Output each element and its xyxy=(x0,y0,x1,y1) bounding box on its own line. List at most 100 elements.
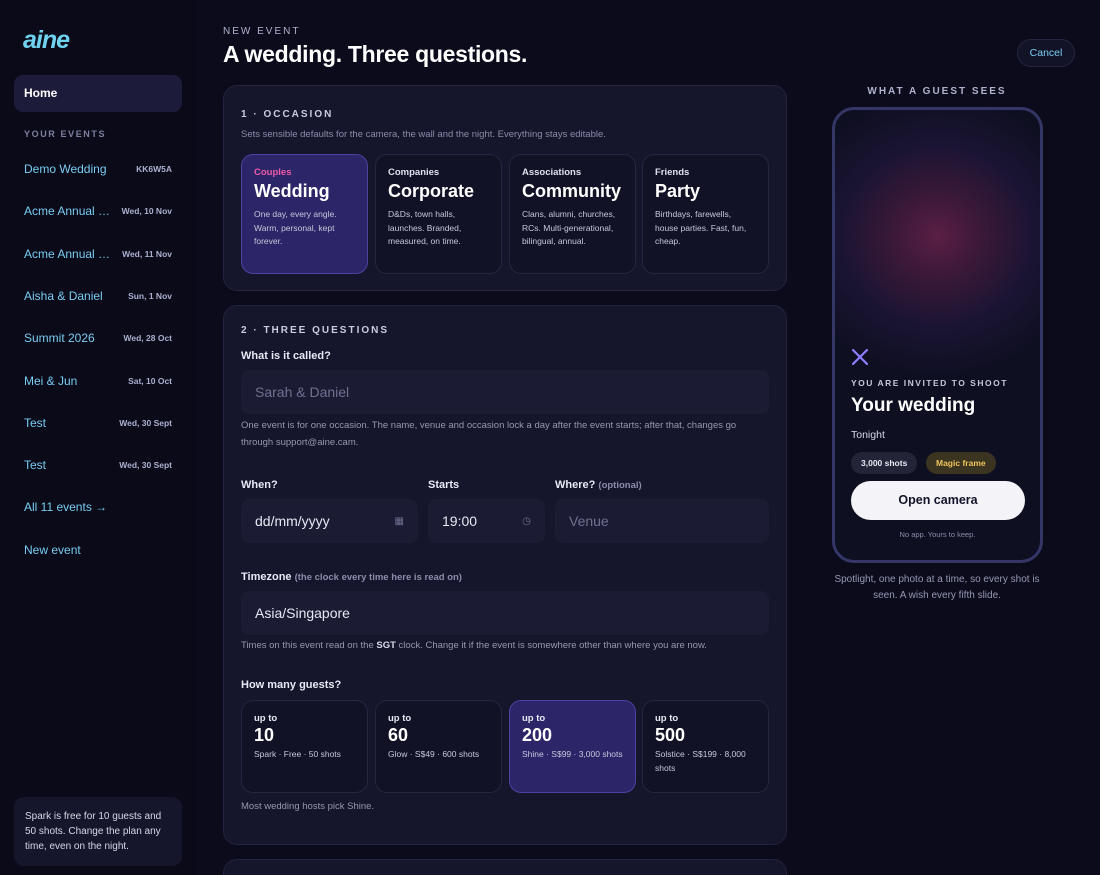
guest-upto: up to xyxy=(254,713,278,724)
option-description: Birthdays, farewells, house parties. Fas… xyxy=(655,209,747,246)
clock-icon[interactable]: ◷ xyxy=(522,516,531,527)
guest-plan: Glow · S$49 · 600 shots xyxy=(388,749,480,759)
option-title: Community xyxy=(522,181,621,201)
name-label: What is it called? xyxy=(241,350,331,362)
sidebar: aine Home YOUR EVENTS Demo Wedding KK6W5… xyxy=(0,0,196,875)
preview-when: Tonight xyxy=(851,429,885,441)
guest-count: 60 xyxy=(388,725,409,745)
questions-heading: 2 · THREE QUESTIONS xyxy=(241,325,390,336)
event-name: Acme Annual Dinner xyxy=(24,204,112,218)
event-date: Wed, 11 Nov xyxy=(122,249,172,259)
event-name: Mei & Jun xyxy=(24,374,78,388)
guest-phone-preview: YOU ARE INVITED TO SHOOT Your wedding To… xyxy=(832,107,1043,563)
sidebar-event-item[interactable]: Acme Annual Dinner Wed, 11 Nov xyxy=(24,244,172,264)
where-label: Where? (optional) xyxy=(555,479,642,491)
plan-note: Spark is free for 10 guests and 50 shots… xyxy=(14,797,182,866)
preview-note: Spotlight, one photo at a time, so every… xyxy=(834,574,1040,601)
sidebar-event-item[interactable]: Test Wed, 30 Sept xyxy=(24,455,172,475)
guest-option-60[interactable]: up to 60 Glow · S$49 · 600 shots xyxy=(375,700,502,793)
guest-count: 200 xyxy=(522,725,553,745)
occasion-subtitle: Sets sensible defaults for the camera, t… xyxy=(241,129,606,140)
occasion-option-party[interactable]: Friends Party Birthdays, farewells, hous… xyxy=(642,154,769,274)
event-date: Sat, 10 Oct xyxy=(128,376,172,386)
option-kicker: Associations xyxy=(522,167,582,178)
event-name: Test xyxy=(24,458,47,472)
preview-footnote: No app. Yours to keep. xyxy=(899,530,976,539)
timezone-label-text: Timezone xyxy=(241,571,292,583)
option-description: Clans, alumni, churches, RCs. Multi-gene… xyxy=(522,209,616,246)
date-input[interactable]: dd/mm/yyyy ▦ xyxy=(241,499,418,543)
occasion-option-corporate[interactable]: Companies Corporate D&Ds, town halls, la… xyxy=(375,154,502,274)
timezone-select[interactable]: Asia/Singapore xyxy=(241,591,769,635)
sidebar-event-item[interactable]: Acme Annual Dinner Wed, 10 Nov xyxy=(24,201,172,221)
option-kicker: Friends xyxy=(655,167,690,178)
open-camera-button[interactable]: Open camera xyxy=(851,481,1025,520)
event-name: Summit 2026 xyxy=(24,331,95,345)
event-name: Aisha & Daniel xyxy=(24,289,103,303)
cancel-button[interactable]: Cancel xyxy=(1017,39,1075,67)
guest-count: 500 xyxy=(655,725,686,745)
next-section-card xyxy=(223,859,787,875)
magic-frame-chip: Magic frame xyxy=(926,452,996,474)
date-value: dd/mm/yyyy xyxy=(255,513,330,529)
guest-option-500[interactable]: up to 500 Solstice · S$199 · 8,000 shots xyxy=(642,700,769,793)
brand-logo[interactable]: aine xyxy=(23,26,70,55)
option-kicker: Companies xyxy=(388,167,440,178)
timezone-help-suffix: clock. Change it if the event is somewhe… xyxy=(395,640,707,651)
preview-caption: WHAT A GUEST SEES xyxy=(867,86,1007,97)
sidebar-event-item[interactable]: Demo Wedding KK6W5A xyxy=(24,159,172,179)
timezone-code: SGT xyxy=(376,640,396,651)
event-name: Demo Wedding xyxy=(24,162,107,176)
all-events-link[interactable]: All 11 events → xyxy=(24,500,107,514)
occasion-option-wedding[interactable]: Couples Wedding One day, every angle. Wa… xyxy=(241,154,368,274)
event-date: Sun, 1 Nov xyxy=(128,291,172,301)
guest-plan: Spark · Free · 50 shots xyxy=(254,749,341,759)
guests-help-text: Most wedding hosts pick Shine. xyxy=(241,801,375,812)
event-name-input[interactable]: Sarah & Daniel xyxy=(241,370,769,414)
sidebar-event-item[interactable]: Aisha & Daniel Sun, 1 Nov xyxy=(24,286,172,306)
where-label-text: Where? xyxy=(555,479,596,491)
option-kicker: Couples xyxy=(254,167,292,178)
name-help-text: One event is for one occasion. The name,… xyxy=(241,420,737,448)
questions-card: 2 · THREE QUESTIONS What is it called? S… xyxy=(223,305,787,845)
guest-upto: up to xyxy=(388,713,412,724)
sparkle-cross-icon xyxy=(851,348,869,366)
event-code: KK6W5A xyxy=(136,164,172,174)
timezone-note: (the clock every time here is read on) xyxy=(294,572,462,583)
shots-chip: 3,000 shots xyxy=(851,452,918,474)
preview-invited-text: YOU ARE INVITED TO SHOOT xyxy=(851,378,1008,388)
page-eyebrow: NEW EVENT xyxy=(223,26,301,37)
where-optional-text: (optional) xyxy=(598,480,642,491)
calendar-icon[interactable]: ▦ xyxy=(395,516,404,527)
start-time-value: 19:00 xyxy=(442,513,478,529)
guest-option-200[interactable]: up to 200 Shine · S$99 · 3,000 shots xyxy=(509,700,636,793)
preview-title: Your wedding xyxy=(851,395,976,416)
guest-option-10[interactable]: up to 10 Spark · Free · 50 shots xyxy=(241,700,368,793)
new-event-link[interactable]: New event xyxy=(24,543,81,557)
option-title: Corporate xyxy=(388,181,475,201)
sidebar-event-item[interactable]: Test Wed, 30 Sept xyxy=(24,413,172,433)
guest-plan: Solstice · S$199 · 8,000 shots xyxy=(655,749,746,773)
your-events-heading: YOUR EVENTS xyxy=(24,129,107,139)
event-date: Wed, 30 Sept xyxy=(119,460,172,470)
venue-input[interactable]: Venue xyxy=(555,499,769,543)
event-name: Acme Annual Dinner xyxy=(24,247,112,261)
option-description: D&Ds, town halls, launches. Branded, mea… xyxy=(388,209,462,246)
occasion-option-community[interactable]: Associations Community Clans, alumni, ch… xyxy=(509,154,636,274)
sidebar-event-item[interactable]: Summit 2026 Wed, 28 Oct xyxy=(24,328,172,348)
event-date: Wed, 30 Sept xyxy=(119,418,172,428)
option-title: Wedding xyxy=(254,181,330,201)
option-description: One day, every angle. Warm, personal, ke… xyxy=(254,209,337,246)
guest-plan: Shine · S$99 · 3,000 shots xyxy=(522,749,623,759)
event-date: Wed, 10 Nov xyxy=(121,206,172,216)
sidebar-event-item[interactable]: Mei & Jun Sat, 10 Oct xyxy=(24,371,172,391)
start-time-input[interactable]: 19:00 ◷ xyxy=(428,499,545,543)
when-label: When? xyxy=(241,479,278,491)
timezone-help-prefix: Times on this event read on the xyxy=(241,640,377,651)
occasion-heading: 1 · OCCASION xyxy=(241,109,334,120)
guest-upto: up to xyxy=(655,713,679,724)
event-date: Wed, 28 Oct xyxy=(123,333,173,343)
starts-label: Starts xyxy=(428,479,460,491)
guest-count: 10 xyxy=(254,725,275,745)
sidebar-item-home[interactable]: Home xyxy=(14,75,182,112)
